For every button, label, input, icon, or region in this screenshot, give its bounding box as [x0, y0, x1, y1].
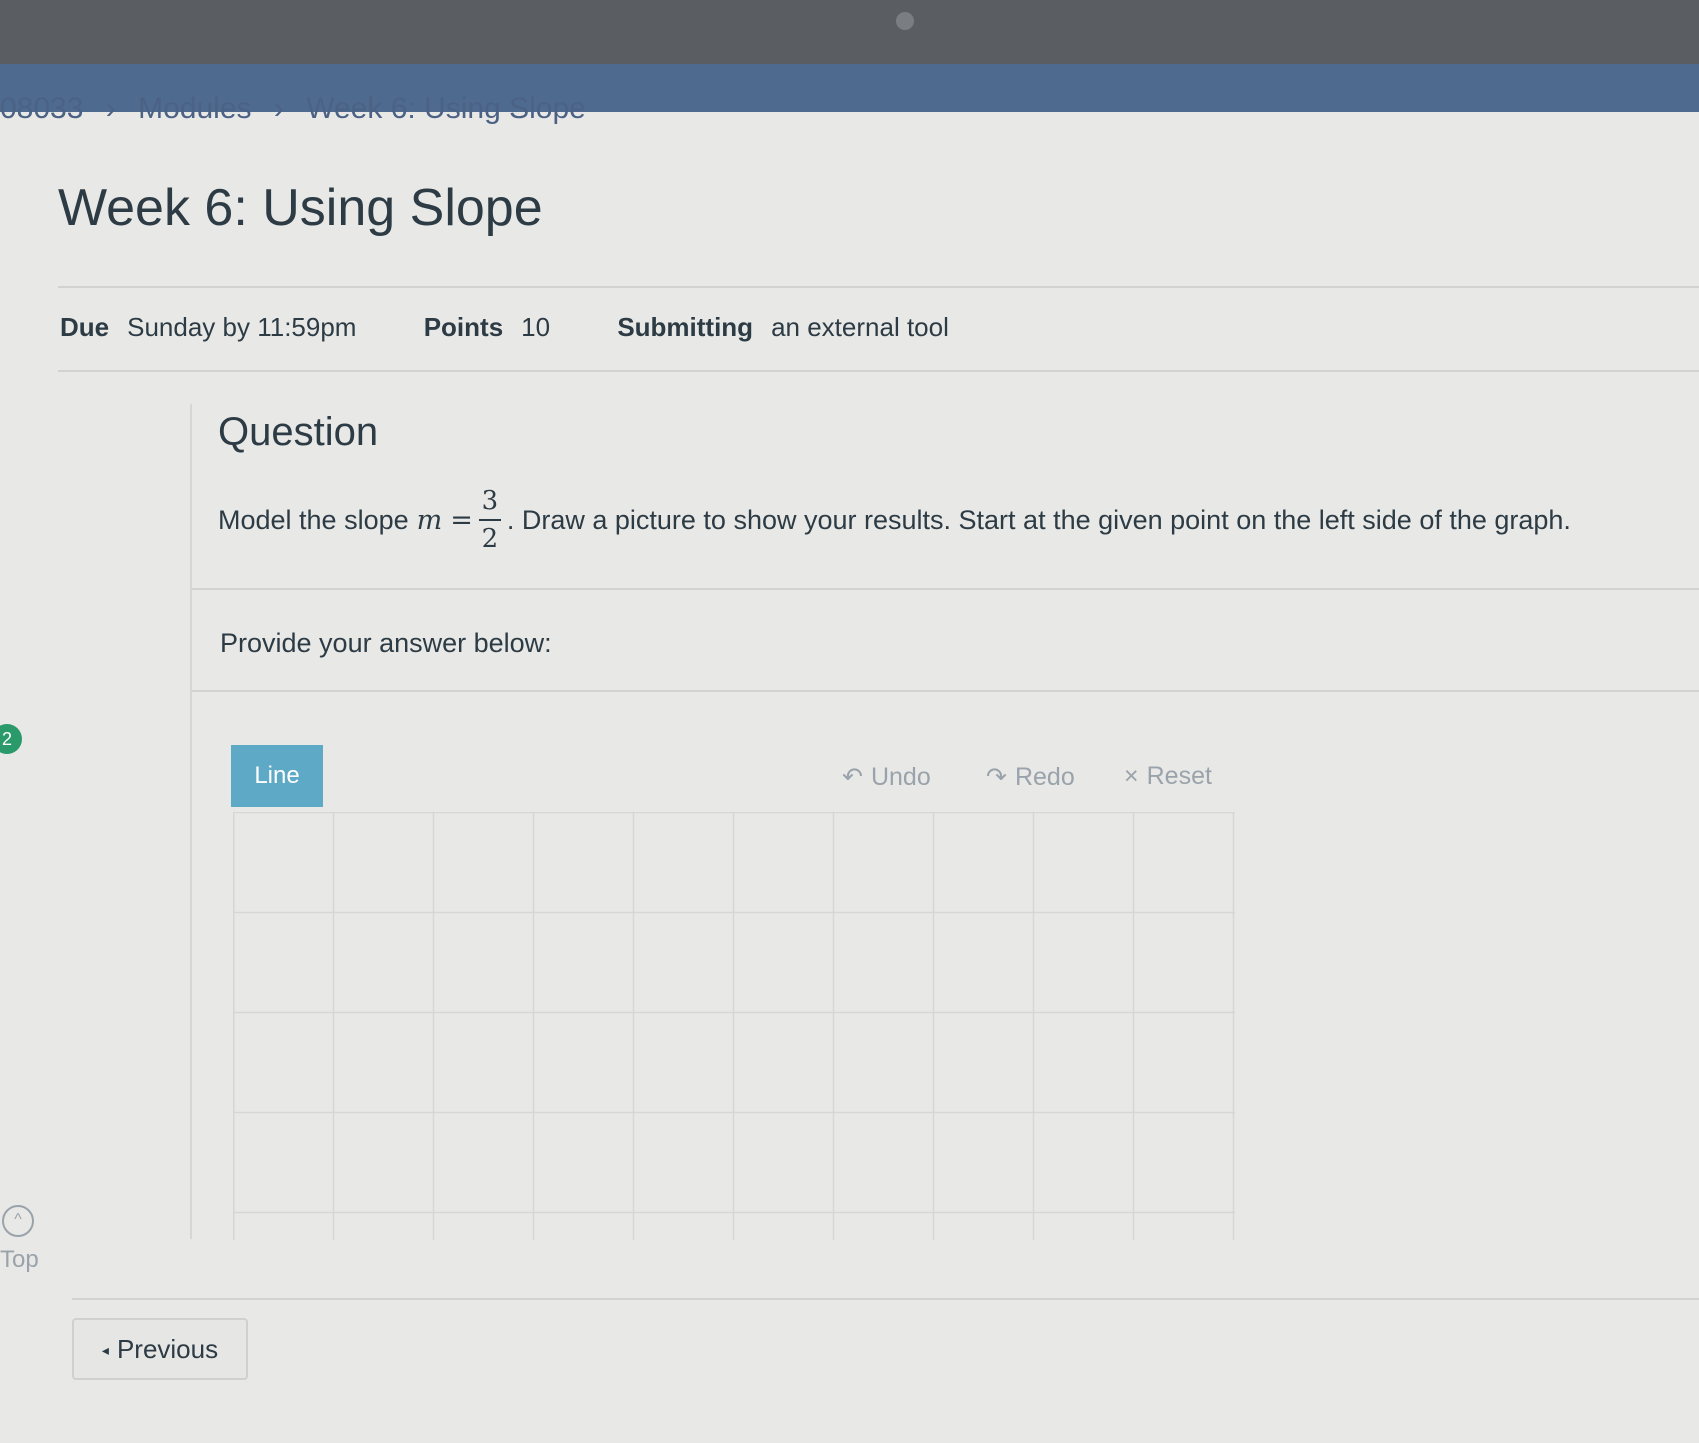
points-value: 10: [521, 312, 551, 342]
breadcrumb: 08033 › Modules › Week 6: Using Slope: [0, 96, 1699, 132]
slope-fraction: 3 2: [478, 486, 501, 554]
breadcrumb-modules[interactable]: Modules: [138, 96, 251, 125]
math-equals: =: [450, 504, 473, 536]
window-top-bar: [0, 0, 1699, 68]
camera-dot: [896, 12, 914, 30]
redo-label: Redo: [1014, 763, 1075, 791]
fraction-numerator: 3: [481, 486, 499, 516]
graph-canvas[interactable]: [233, 812, 1235, 1240]
submitting-label: Submitting: [617, 312, 754, 342]
divider: [192, 690, 1699, 692]
redo-button[interactable]: ↷ Redo: [986, 762, 1075, 792]
question-text: Model the slope m = 3 2 . Draw a picture…: [218, 486, 1571, 554]
answer-prompt: Provide your answer below:: [220, 628, 552, 658]
divider: [58, 286, 1699, 288]
reset-button[interactable]: × Reset: [1124, 762, 1212, 791]
fraction-bar: [478, 519, 501, 521]
previous-button[interactable]: ◂ Previous: [72, 1318, 248, 1380]
fraction-denominator: 2: [481, 524, 499, 554]
divider: [72, 1298, 1699, 1300]
undo-button[interactable]: ↶ Undo: [842, 762, 931, 792]
line-tool-button[interactable]: Line: [231, 745, 323, 807]
question-suffix: . Draw a picture to show your results. S…: [506, 504, 1571, 535]
due-value: Sunday by 11:59pm: [127, 312, 357, 342]
page-title: Week 6: Using Slope: [58, 179, 543, 237]
reset-icon: ×: [1124, 762, 1139, 790]
submitting-value: an external tool: [771, 312, 949, 342]
due-label: Due: [60, 312, 110, 342]
assignment-meta: Due Sunday by 11:59pm Points 10 Submitting…: [60, 312, 949, 343]
reset-label: Reset: [1146, 762, 1212, 790]
previous-label: Previous: [116, 1333, 219, 1364]
breadcrumb-separator: ›: [273, 96, 284, 125]
divider: [58, 370, 1699, 372]
back-to-top-label[interactable]: Top: [0, 1246, 39, 1274]
breadcrumb-current: Week 6: Using Slope: [306, 96, 586, 125]
points-label: Points: [423, 312, 504, 342]
breadcrumb-course[interactable]: 08033: [0, 96, 83, 125]
divider: [192, 588, 1699, 590]
undo-icon: ↶: [842, 763, 863, 791]
back-to-top-icon[interactable]: ^: [2, 1205, 34, 1237]
chevron-left-icon: ◂: [101, 1341, 109, 1358]
redo-icon: ↷: [986, 763, 1007, 791]
breadcrumb-separator: ›: [105, 96, 116, 125]
math-variable: m: [416, 504, 443, 536]
question-heading: Question: [218, 410, 379, 454]
undo-label: Undo: [870, 763, 931, 791]
question-prefix: Model the slope: [218, 504, 409, 535]
